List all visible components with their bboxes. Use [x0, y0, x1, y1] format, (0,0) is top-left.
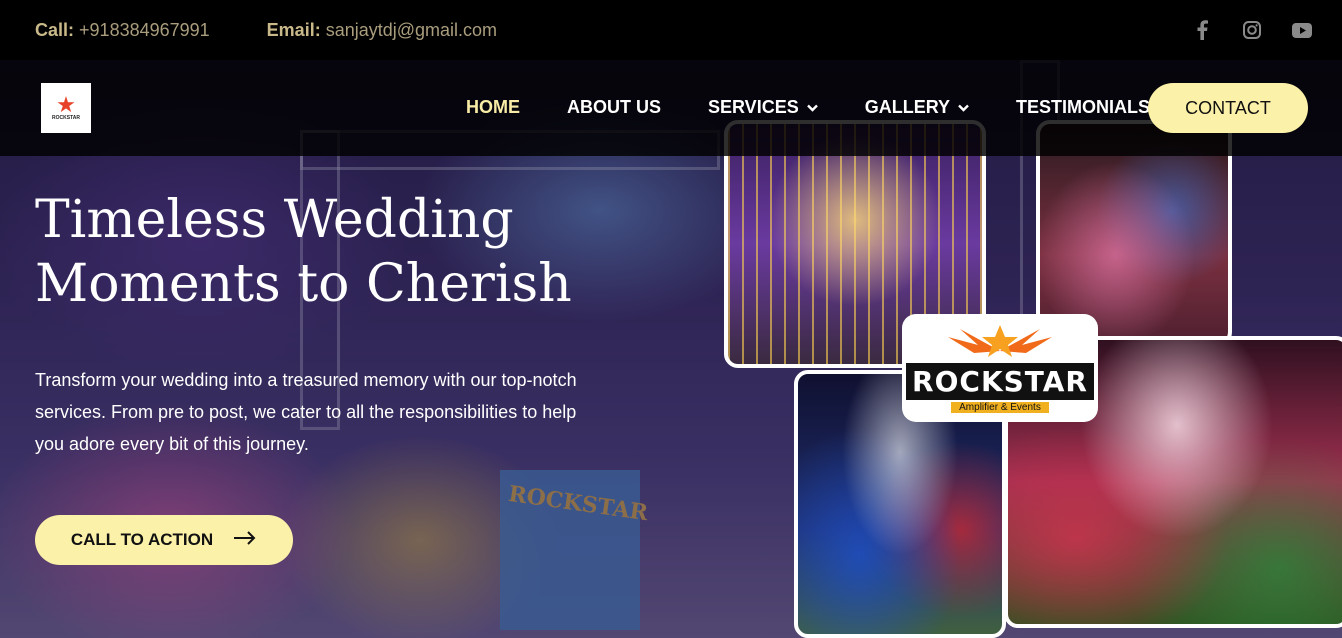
- chevron-down-icon: [806, 100, 818, 115]
- call-to-action-button[interactable]: CALL TO ACTION: [35, 515, 293, 565]
- brand-tagline: Amplifier & Events: [951, 402, 1049, 413]
- nav-item-label: SERVICES: [708, 97, 799, 117]
- contact-button[interactable]: CONTACT: [1148, 83, 1308, 133]
- hero-title-line-2: Moments to Cherish: [35, 254, 572, 314]
- nav-item-label: TESTIMONIALS: [1016, 97, 1151, 117]
- nav-item-label: ABOUT US: [567, 97, 661, 117]
- logo-text: ROCKSTAR: [52, 115, 80, 121]
- nav-item-about-us[interactable]: ABOUT US: [567, 97, 661, 118]
- brand-badge: ROCKSTAR Amplifier & Events: [902, 314, 1098, 422]
- nav-menu: HOME ABOUT US SERVICES GALLERY TESTIMONI…: [466, 97, 1197, 118]
- main-nav: ★ ROCKSTAR HOME ABOUT US SERVICES GALLER…: [0, 60, 1342, 156]
- nav-item-label: HOME: [466, 97, 520, 117]
- email-value[interactable]: sanjaytdj@gmail.com: [326, 20, 497, 40]
- hero-description: Transform your wedding into a treasured …: [35, 370, 577, 454]
- nav-item-services[interactable]: SERVICES: [708, 97, 818, 118]
- top-bar: Call: +918384967991 Email: sanjaytdj@gma…: [0, 0, 1342, 60]
- instagram-icon[interactable]: [1240, 18, 1264, 42]
- cta-label: CALL TO ACTION: [70, 530, 214, 549]
- star-icon: ★: [56, 92, 76, 117]
- arrow-right-icon: [233, 530, 257, 550]
- email-label: Email:: [266, 19, 321, 40]
- nav-item-home[interactable]: HOME: [466, 97, 520, 118]
- brand-wings-icon: [940, 323, 1060, 363]
- hero-title: Timeless Wedding Moments to Cherish: [35, 188, 635, 316]
- call-value[interactable]: +918384967991: [79, 20, 210, 40]
- facebook-icon[interactable]: [1190, 18, 1214, 42]
- hero-title-line-1: Timeless Wedding: [35, 190, 514, 250]
- youtube-icon[interactable]: [1290, 18, 1314, 42]
- email-info: Email: sanjaytdj@gmail.com: [267, 20, 497, 41]
- nav-item-testimonials[interactable]: TESTIMONIALS: [1016, 97, 1150, 118]
- brand-name: ROCKSTAR: [906, 363, 1094, 400]
- nav-item-gallery[interactable]: GALLERY: [865, 97, 969, 118]
- chevron-down-icon: [958, 100, 969, 115]
- call-info: Call: +918384967991: [35, 20, 210, 41]
- call-label: Call:: [35, 19, 75, 40]
- nav-item-label: GALLERY: [864, 97, 951, 117]
- site-logo[interactable]: ★ ROCKSTAR: [41, 83, 91, 133]
- social-links: [1190, 18, 1314, 42]
